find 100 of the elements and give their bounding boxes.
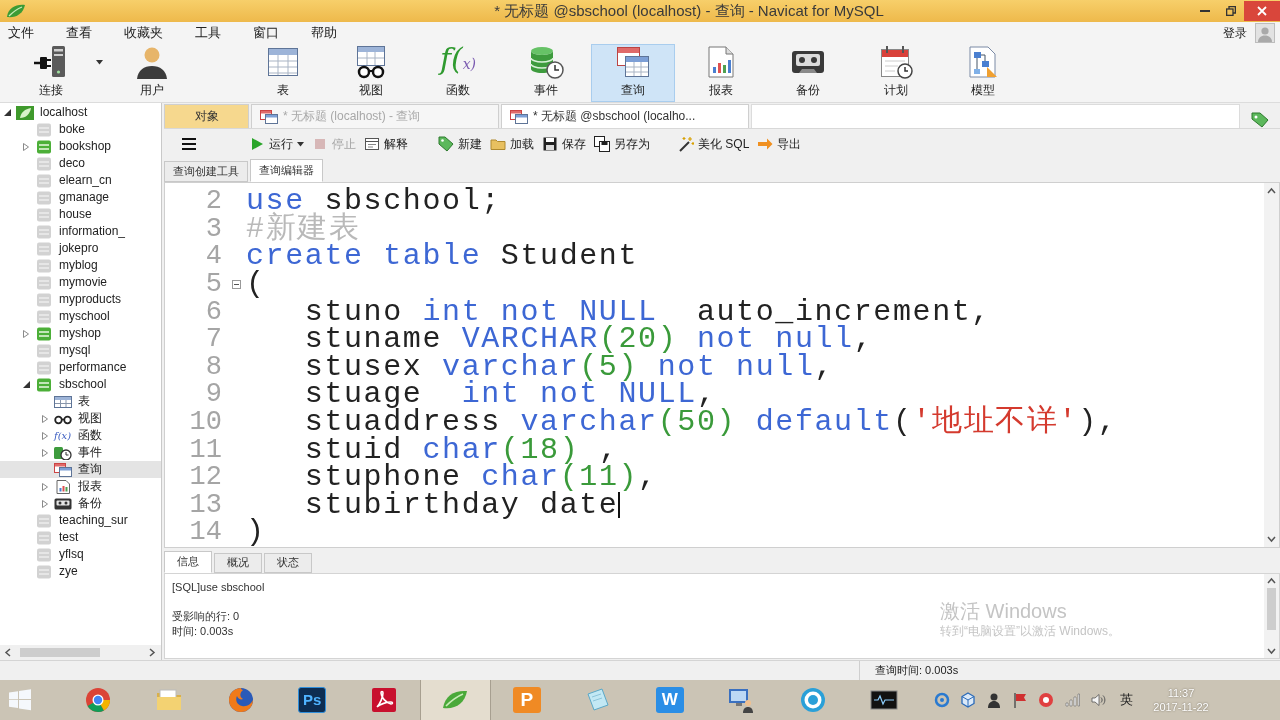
- tree-item[interactable]: gmanage: [0, 189, 161, 206]
- caret-icon[interactable]: [96, 59, 103, 65]
- menu-item[interactable]: 帮助: [295, 22, 353, 44]
- toolbar-button[interactable]: 导出: [753, 132, 806, 156]
- tree-item[interactable]: elearn_cn: [0, 172, 161, 189]
- login-link[interactable]: 登录: [1215, 23, 1255, 43]
- collapsed-arrow-icon[interactable]: [42, 482, 48, 491]
- tree-item[interactable]: mymovie: [0, 274, 161, 291]
- tree-item[interactable]: jokepro: [0, 240, 161, 257]
- tree-item[interactable]: boke: [0, 121, 161, 138]
- toolbar-button[interactable]: 模型: [941, 44, 1025, 102]
- toolbar-button[interactable]: 备份: [766, 44, 850, 102]
- toolbar-button[interactable]: f(x) 函数: [416, 44, 500, 102]
- tree-item[interactable]: zye: [0, 563, 161, 580]
- tree-item[interactable]: myblog: [0, 257, 161, 274]
- tree-item[interactable]: 事件: [0, 444, 161, 461]
- menu-item[interactable]: 收藏夹: [108, 22, 179, 44]
- toolbar-button[interactable]: 另存为: [590, 132, 654, 156]
- editor-tab[interactable]: 查询创建工具: [164, 161, 248, 182]
- result-tab[interactable]: 状态: [264, 553, 312, 573]
- toolbar-button[interactable]: 保存: [538, 132, 590, 156]
- code-line: stuname VARCHAR(20) not null,: [303, 326, 874, 354]
- close-button[interactable]: [1244, 1, 1280, 21]
- database-clock-icon: [54, 445, 72, 460]
- input-method-indicator[interactable]: 英: [1116, 692, 1137, 708]
- monitor-person-icon: [727, 686, 756, 714]
- tree-item[interactable]: information_: [0, 223, 161, 240]
- code-line: stuphone char(11),: [303, 464, 658, 492]
- tag-icon[interactable]: [1251, 112, 1269, 128]
- function-icon: f(x): [54, 428, 72, 443]
- collapsed-arrow-icon[interactable]: [42, 499, 48, 508]
- toolbar-button[interactable]: 事件: [503, 44, 588, 102]
- cube-icon[interactable]: [960, 692, 976, 708]
- toolbar-button[interactable]: 新建: [434, 132, 486, 156]
- tree-item[interactable]: sbschool: [0, 376, 161, 393]
- signal-icon[interactable]: [1064, 692, 1080, 708]
- tree-item[interactable]: 表: [0, 393, 161, 410]
- folder-icon: [490, 136, 506, 152]
- tree-item[interactable]: mysql: [0, 342, 161, 359]
- minimize-icon: [1200, 10, 1210, 12]
- caret-icon[interactable]: [297, 141, 304, 147]
- tree-item[interactable]: performance: [0, 359, 161, 376]
- avatar-icon[interactable]: [1255, 23, 1275, 43]
- flag-icon[interactable]: [1012, 692, 1028, 708]
- collapsed-arrow-icon[interactable]: [42, 431, 48, 440]
- menu-item[interactable]: 文件: [0, 22, 50, 44]
- editor-tab[interactable]: 查询编辑器: [250, 159, 323, 182]
- toolbar-button[interactable]: 运行: [245, 132, 308, 156]
- collapsed-arrow-icon[interactable]: [23, 142, 29, 151]
- person-icon[interactable]: [986, 692, 1002, 708]
- tree-item[interactable]: 查询: [0, 461, 161, 478]
- speaker-icon[interactable]: [1090, 692, 1106, 708]
- document-chart-icon: [54, 479, 72, 494]
- menu-item[interactable]: 工具: [179, 22, 237, 44]
- result-tab[interactable]: 概况: [214, 553, 262, 573]
- document-tab[interactable]: * 无标题 @sbschool (localho...: [501, 104, 749, 128]
- collapsed-arrow-icon[interactable]: [23, 329, 29, 338]
- stacked-windows-icon: [510, 109, 528, 124]
- collapse-icon[interactable]: [232, 280, 241, 290]
- toolbar-button[interactable]: 查询: [591, 44, 675, 102]
- code-line: stuage int not NULL,: [303, 381, 717, 409]
- toolbar-button[interactable]: 解释: [360, 132, 412, 156]
- tree-item[interactable]: localhost: [0, 104, 161, 121]
- toolbar-button[interactable]: 表: [241, 44, 325, 102]
- tree-item[interactable]: bookshop: [0, 138, 161, 155]
- tree-item[interactable]: 备份: [0, 495, 161, 512]
- collapsed-arrow-icon[interactable]: [42, 448, 48, 457]
- menu-item[interactable]: 查看: [50, 22, 108, 44]
- code-line: stubirthday date: [303, 491, 619, 519]
- tree-item[interactable]: 报表: [0, 478, 161, 495]
- expanded-arrow-icon[interactable]: [4, 109, 11, 116]
- disc-icon[interactable]: [1038, 692, 1054, 708]
- tree-item[interactable]: 视图: [0, 410, 161, 427]
- tree-item[interactable]: yflsq: [0, 546, 161, 563]
- taskbar-button[interactable]: Ps: [276, 680, 348, 720]
- result-tab[interactable]: 信息: [164, 551, 212, 573]
- toolbar-button[interactable]: 美化 SQL: [674, 132, 754, 156]
- menu-item[interactable]: 窗口: [237, 22, 295, 44]
- ring-icon[interactable]: [934, 692, 950, 708]
- toolbar-button[interactable]: 报表: [678, 44, 763, 102]
- tree-item[interactable]: myschool: [0, 308, 161, 325]
- toolbar-button[interactable]: 加载: [486, 132, 538, 156]
- tree-item[interactable]: house: [0, 206, 161, 223]
- letter-tile-icon: Ps: [298, 687, 327, 713]
- collapsed-arrow-icon[interactable]: [42, 414, 48, 423]
- toolbar-button[interactable]: 计划: [853, 44, 938, 102]
- tree-item[interactable]: deco: [0, 155, 161, 172]
- expanded-arrow-icon[interactable]: [23, 381, 30, 388]
- toolbar-button[interactable]: 用户: [109, 44, 194, 102]
- arrow-icon: [757, 136, 774, 152]
- tree-item[interactable]: teaching_sur: [0, 512, 161, 529]
- document-tab[interactable]: 对象: [164, 104, 249, 128]
- floppy-icon: [542, 136, 558, 152]
- toolbar-button[interactable]: 连接: [16, 44, 106, 102]
- tree-item[interactable]: myshop: [0, 325, 161, 342]
- tree-item[interactable]: f(x) 函数: [0, 427, 161, 444]
- horizontal-scrollbar[interactable]: [0, 645, 161, 660]
- toolbar-button[interactable]: 视图: [328, 44, 413, 102]
- tree-item[interactable]: test: [0, 529, 161, 546]
- tree-item[interactable]: myproducts: [0, 291, 161, 308]
